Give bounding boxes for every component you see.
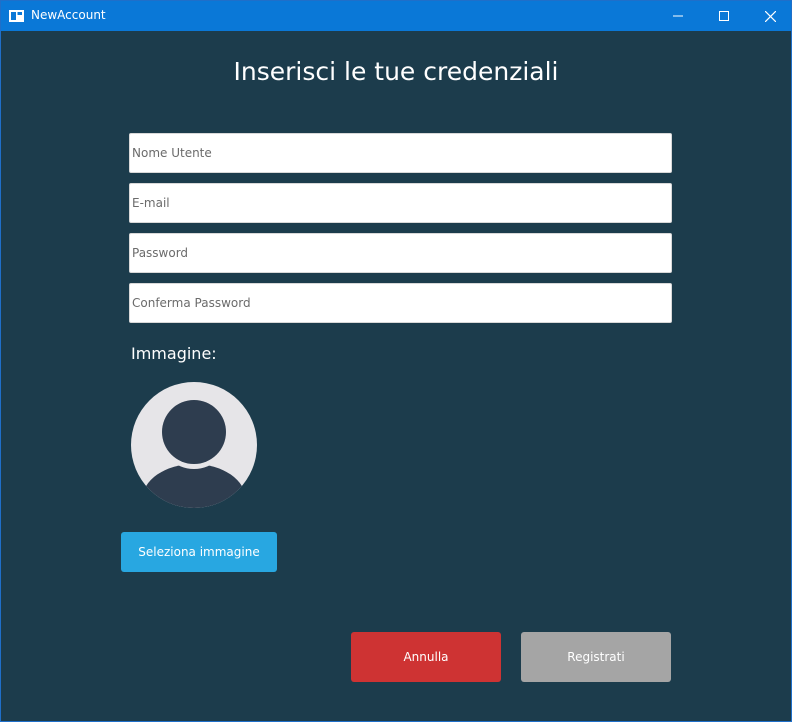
register-button[interactable]: Registrati (521, 632, 671, 682)
new-account-window: NewAccount Inserisci le tue credenziali … (0, 0, 792, 722)
maximize-button[interactable] (701, 1, 747, 31)
password-field[interactable] (129, 233, 672, 273)
close-button[interactable] (747, 1, 792, 31)
cancel-button[interactable]: Annulla (351, 632, 501, 682)
username-field[interactable] (129, 133, 672, 173)
avatar-icon (131, 382, 257, 508)
window-title: NewAccount (31, 8, 106, 22)
email-field[interactable] (129, 183, 672, 223)
minimize-icon (673, 15, 683, 17)
confirm-password-field[interactable] (129, 283, 672, 323)
minimize-button[interactable] (655, 1, 701, 31)
app-icon (9, 10, 24, 22)
maximize-icon (719, 11, 729, 21)
image-label: Immagine: (131, 344, 217, 363)
title-bar[interactable]: NewAccount (1, 1, 791, 31)
close-icon (764, 10, 776, 22)
select-image-button[interactable]: Seleziona immagine (121, 532, 277, 572)
page-title: Inserisci le tue credenziali (233, 57, 559, 86)
